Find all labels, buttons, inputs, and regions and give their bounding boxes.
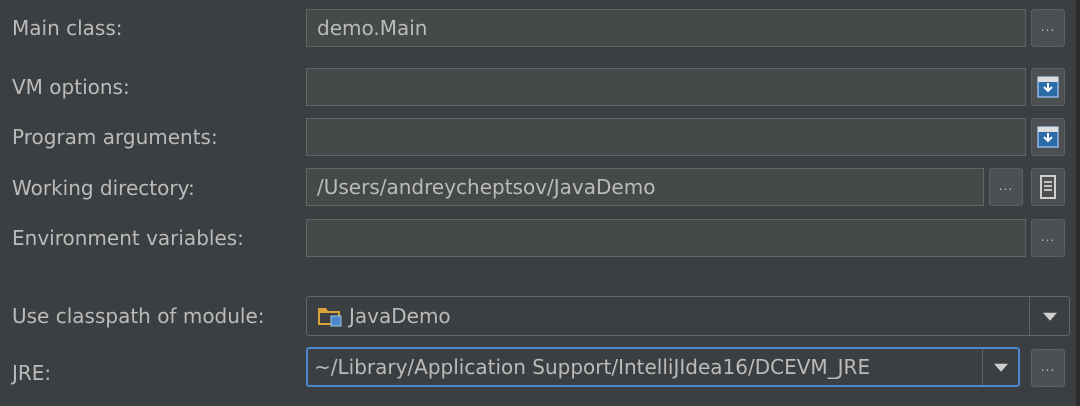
expand-field-icon: [1037, 126, 1059, 148]
jre-value: ~/Library/Application Support/IntelliJId…: [314, 355, 871, 379]
main-class-browse-button[interactable]: ...: [1031, 9, 1065, 47]
vm-options-expand-button[interactable]: [1031, 68, 1065, 106]
main-class-label: Main class:: [12, 16, 123, 40]
working-directory-label: Working directory:: [12, 176, 195, 200]
classpath-module-value: JavaDemo: [349, 304, 451, 328]
jre-browse-button[interactable]: ...: [1031, 349, 1065, 387]
environment-variables-browse-button[interactable]: ...: [1031, 219, 1065, 257]
classpath-module-dropdown[interactable]: JavaDemo: [306, 296, 1070, 336]
classpath-module-label: Use classpath of module:: [12, 304, 265, 328]
jre-dropdown[interactable]: ~/Library/Application Support/IntelliJId…: [306, 347, 1020, 387]
environment-variables-label: Environment variables:: [12, 226, 244, 250]
chevron-down-icon: [993, 363, 1008, 372]
program-arguments-field[interactable]: [306, 118, 1026, 156]
dialog-edge: [1076, 0, 1080, 406]
module-folder-icon: [318, 308, 342, 327]
jre-label: JRE:: [12, 361, 52, 385]
program-arguments-label: Program arguments:: [12, 125, 218, 149]
main-class-field[interactable]: demo.Main: [306, 9, 1026, 47]
vm-options-field[interactable]: [306, 68, 1026, 106]
working-directory-browse-button[interactable]: ...: [989, 168, 1023, 206]
vm-options-label: VM options:: [12, 75, 130, 99]
macros-list-icon: [1040, 175, 1056, 199]
program-arguments-expand-button[interactable]: [1031, 118, 1065, 156]
chevron-down-icon: [1042, 312, 1057, 321]
classpath-module-arrow-button[interactable]: [1029, 297, 1069, 335]
jre-arrow-button[interactable]: [982, 349, 1018, 385]
working-directory-field[interactable]: /Users/andreycheptsov/JavaDemo: [306, 168, 984, 206]
working-directory-macros-button[interactable]: [1031, 168, 1065, 206]
expand-field-icon: [1037, 76, 1059, 98]
environment-variables-field[interactable]: [306, 219, 1026, 257]
